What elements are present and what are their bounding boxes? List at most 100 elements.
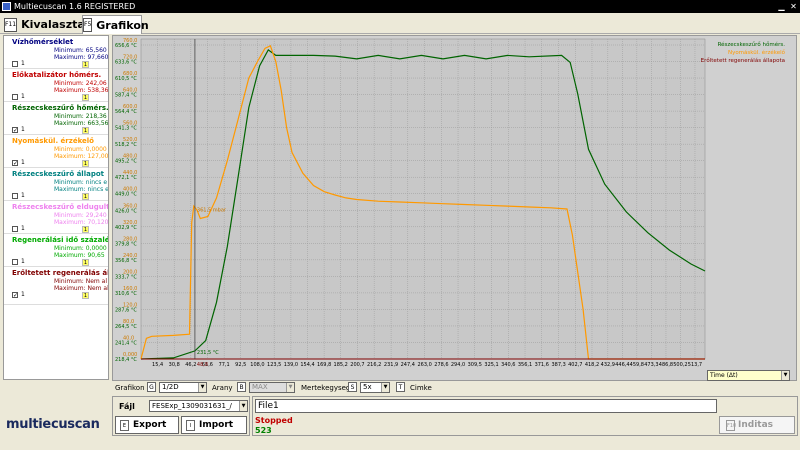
- chart-panel: 15,4 30,8 46,2 61,6 77,1 92,5 108,0 123,5 139,0 1…: [112, 35, 797, 381]
- sensor-item[interactable]: Regenerálási idő százaléka Minimum: 0,000…: [4, 234, 108, 267]
- multiecuscan-logo: multiecuscan: [6, 417, 100, 432]
- y-tick-label-right: 520,0: [123, 137, 137, 143]
- sensor-item[interactable]: Erőltetett regenerálás állapotMinimum: N…: [4, 267, 108, 305]
- x-tick-label: 278,6: [434, 362, 448, 368]
- sensor-item[interactable]: Vízhőmérséklet Minimum: 65,560 Maximum: 97…: [4, 36, 108, 69]
- x-tick-label: 154,4: [300, 362, 314, 368]
- sensor-color-swatch[interactable]: 1: [82, 94, 89, 101]
- y-tick-label-right: 560,0: [123, 121, 137, 127]
- x-tick-label: 340,6: [501, 362, 515, 368]
- sensor-checkbox[interactable]: [12, 226, 18, 232]
- y-tick-label-right: 320,0: [123, 220, 137, 226]
- x-tick-label: 446,4: [615, 362, 629, 368]
- sensor-checkbox[interactable]: ✓: [12, 292, 18, 299]
- sensor-color-swatch[interactable]: 1: [82, 259, 89, 266]
- sensor-item[interactable]: Előkatalizátor hőmérs. Minimum: 242,06 Max…: [4, 69, 108, 102]
- sample-count: 523: [255, 426, 272, 435]
- sensor-number: 1: [21, 192, 25, 199]
- sensor-min: Minimum: nincs e: [54, 179, 108, 186]
- sensor-number: 1: [21, 225, 25, 232]
- sensor-item[interactable]: Részecskeszűrő eldugult Minimum: 29,240 Ma…: [4, 201, 108, 234]
- mertek-value: 5x: [363, 383, 372, 391]
- arany-select[interactable]: MAX ▼: [249, 382, 295, 393]
- x-tick-label: 185,2: [334, 362, 348, 368]
- y-tick-label-right: 200,0: [123, 269, 137, 275]
- sensor-max: Maximum: 70,120: [54, 219, 109, 226]
- file-name-input[interactable]: File1: [255, 399, 717, 413]
- y-tick-label-right: 240,0: [123, 253, 137, 259]
- cursor-label-x: 48,8: [197, 362, 208, 368]
- y-tick-label-right: 400,0: [123, 187, 137, 193]
- arany-label: Arany: [212, 384, 233, 392]
- sensor-color-swatch[interactable]: 1: [82, 193, 89, 200]
- sensor-checkbox[interactable]: ✓: [12, 127, 18, 134]
- status-text: Stopped: [255, 416, 293, 425]
- chevron-down-icon: ▼: [286, 383, 294, 392]
- x-tick-label: 231,9: [384, 362, 398, 368]
- cimke-key: T: [396, 382, 405, 392]
- import-button[interactable]: I Import: [181, 416, 247, 434]
- y-tick-label-right: 280,0: [123, 236, 137, 242]
- chevron-down-icon: ▼: [198, 383, 206, 392]
- legend-entry: Nyomáskül. érzékelő: [728, 49, 786, 56]
- legend-entry: Részecskeszűrő hőmérs.: [718, 41, 786, 48]
- mertek-label: Mertekegyseg: [301, 384, 351, 392]
- sensor-max: Maximum: 90,65: [54, 252, 105, 259]
- sensor-checkbox[interactable]: [12, 94, 18, 100]
- x-tick-label: 356,1: [518, 362, 532, 368]
- line-chart[interactable]: 15,4 30,8 46,2 61,6 77,1 92,5 108,0 123,5 139,0 1…: [113, 36, 798, 382]
- x-tick-label: 92,5: [235, 362, 246, 368]
- sensor-color-swatch[interactable]: 1: [82, 127, 89, 134]
- arany-value: MAX: [252, 383, 268, 391]
- sensor-checkbox[interactable]: [12, 193, 18, 199]
- x-tick-label: 77,1: [219, 362, 230, 368]
- time-axis-select[interactable]: Time (Δt) ▼: [707, 370, 790, 381]
- sensor-list: Vízhőmérséklet Minimum: 65,560 Maximum: 97…: [3, 35, 109, 380]
- import-label: Import: [199, 420, 234, 430]
- sensor-number: 1: [21, 291, 25, 298]
- window-title: Multiecuscan 1.6 REGISTERED: [14, 2, 136, 11]
- chevron-down-icon: ▼: [781, 371, 789, 380]
- close-icon[interactable]: ✕: [788, 1, 799, 12]
- sensor-title: Részecskeszűrő eldugult: [12, 203, 109, 211]
- x-tick-label: 325,1: [484, 362, 498, 368]
- sensor-color-swatch[interactable]: 1: [82, 226, 89, 233]
- sensor-color-swatch[interactable]: 1: [82, 292, 89, 299]
- minimize-icon[interactable]: ▁: [776, 1, 787, 12]
- sensor-max: Maximum: nincs e: [54, 186, 109, 193]
- tab-kivalasztas[interactable]: F11 Kivalasztas: [4, 15, 91, 34]
- grafikon-select[interactable]: 1/2D ▼: [159, 382, 207, 393]
- sensor-title: Vízhőmérséklet: [12, 38, 74, 46]
- cimke-label[interactable]: Cimke: [410, 384, 432, 392]
- x-tick-label: 30,8: [169, 362, 180, 368]
- x-tick-label: 473,3: [644, 362, 658, 368]
- chevron-down-icon: ▼: [239, 401, 247, 411]
- sensor-number: 1: [21, 126, 25, 133]
- sensor-item[interactable]: Részecskeszűrő állapot Minimum: nincs e Ma…: [4, 168, 108, 201]
- sensor-checkbox[interactable]: [12, 61, 18, 67]
- sensor-min: Minimum: 242,06: [54, 80, 107, 87]
- start-button[interactable]: F10 Inditas: [719, 416, 795, 434]
- export-button[interactable]: E Export: [115, 416, 179, 434]
- sensor-item[interactable]: Részecskeszűrő hőmérs. Minimum: 218,36 Max…: [4, 102, 108, 135]
- sensor-min: Minimum: Nem al: [54, 278, 108, 285]
- x-tick-label: 263,0: [417, 362, 431, 368]
- tab-label: Kivalasztas: [21, 18, 92, 31]
- sensor-number: 1: [21, 93, 25, 100]
- y-tick-label-right: 640,0: [123, 88, 137, 94]
- tab-key: F11: [4, 17, 18, 32]
- mertek-select[interactable]: 5x ▼: [360, 382, 390, 393]
- x-tick-label: 216,2: [367, 362, 381, 368]
- status-section: File1 Stopped 523 F10 Inditas: [252, 396, 798, 436]
- sensor-max: Maximum: Nem al: [54, 285, 109, 292]
- sensor-checkbox[interactable]: ✓: [12, 160, 18, 167]
- sensor-max: Maximum: 127,00: [54, 153, 109, 160]
- sensor-item[interactable]: Nyomáskül. érzékelő Minimum: 0,0000 Maximu…: [4, 135, 108, 168]
- file-select[interactable]: FESExp_1309031631_/ ▼: [149, 400, 248, 412]
- sensor-color-swatch[interactable]: 1: [82, 160, 89, 167]
- x-tick-label: 309,5: [468, 362, 482, 368]
- sensor-color-swatch[interactable]: 1: [82, 61, 89, 68]
- sensor-checkbox[interactable]: [12, 259, 18, 265]
- tab-grafikon[interactable]: F5 Grafikon: [82, 15, 149, 34]
- y-tick-label-right: 120,0: [123, 302, 137, 308]
